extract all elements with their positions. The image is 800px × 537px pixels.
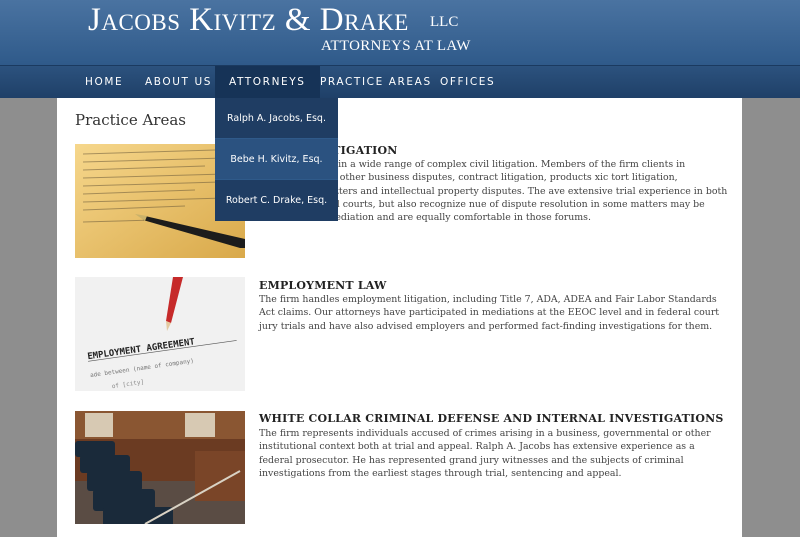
dropdown-item-bebe-kivitz[interactable]: Bebe H. Kivitz, Esq. — [215, 139, 338, 180]
courtroom-photo — [75, 411, 245, 524]
page-title: Practice Areas — [75, 111, 186, 129]
dropdown-item-ralph-jacobs[interactable]: Ralph A. Jacobs, Esq. — [215, 98, 338, 139]
main-content: Practice Areas LITIGATION resented clien… — [57, 98, 742, 537]
nav-attorneys[interactable]: ATTORNEYS — [215, 66, 320, 99]
nav-offices[interactable]: OFFICES — [440, 66, 495, 99]
logo-subtitle: ATTORNEYS AT LAW — [321, 38, 471, 54]
dropdown-item-robert-drake[interactable]: Robert C. Drake, Esq. — [215, 180, 338, 221]
section-title-employment-law: EMPLOYMENT LAW — [259, 279, 387, 292]
section-body-employment-law: The firm handles employment litigation, … — [259, 294, 720, 332]
section-body-white-collar: The firm represents individuals accused … — [259, 428, 711, 479]
site-header: Jacobs Kivitz & Drake LLC ATTORNEYS AT L… — [0, 0, 800, 65]
nav-home[interactable]: HOME — [85, 66, 123, 99]
nav-about-us[interactable]: ABOUT US — [145, 66, 212, 99]
attorneys-dropdown-menu: Ralph A. Jacobs, Esq. Bebe H. Kivitz, Es… — [215, 98, 338, 221]
logo-title[interactable]: Jacobs Kivitz & Drake — [88, 2, 409, 39]
nav-practice-areas[interactable]: PRACTICE AREAS — [320, 66, 432, 99]
section-title-white-collar: WHITE COLLAR CRIMINAL DEFENSE AND INTERN… — [259, 412, 724, 425]
logo-llc: LLC — [430, 14, 459, 30]
main-nav: HOME ABOUT US ATTORNEYS PRACTICE AREAS O… — [0, 65, 800, 99]
employment-agreement-photo: EMPLOYMENT AGREEMENT ade between (name o… — [75, 277, 245, 391]
